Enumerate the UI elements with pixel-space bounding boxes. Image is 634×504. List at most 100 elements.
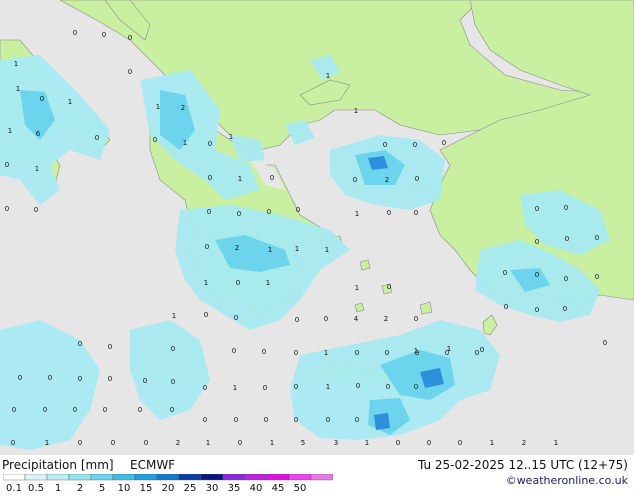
precip-value-label: 0 — [111, 439, 115, 447]
precip-value-label: 1 — [324, 349, 328, 357]
precip-value-label: 0 — [103, 406, 107, 414]
precip-value-label: 0 — [415, 175, 419, 183]
precip-value-label: 1 — [365, 439, 369, 447]
scale-swatch — [46, 473, 70, 481]
precip-value-label: 0 — [355, 349, 359, 357]
precip-value-label: 0 — [503, 269, 507, 277]
precip-value-label: 1 — [35, 165, 39, 173]
precip-value-label: 0 — [40, 95, 44, 103]
precip-value-label: 0 — [564, 275, 568, 283]
precip-value-label: 0 — [355, 416, 359, 424]
precip-value-label: 0 — [78, 375, 82, 383]
forecast-datetime: Tu 25-02-2025 12..15 UTC (12+75) — [417, 458, 628, 472]
scale-tick-label: 20 — [162, 483, 175, 494]
precip-value-label: 0 — [383, 141, 387, 149]
precip-value-label: 2 — [384, 315, 388, 323]
precipitation-color-scale: 0.1 0.5 1 2 5 10 15 20 25 30 35 40 45 50 — [2, 473, 334, 494]
precip-value-label: 0 — [595, 273, 599, 281]
precip-value-label: 0 — [5, 161, 9, 169]
precip-value-label: 0 — [353, 176, 357, 184]
precip-value-label: 0 — [267, 208, 271, 216]
precip-value-label: 0 — [12, 406, 16, 414]
scale-swatch — [24, 473, 48, 481]
precip-value-label: 0 — [236, 279, 240, 287]
precip-value-label: 1 — [325, 246, 329, 254]
map-footer: Precipitation [mm] ECMWF Tu 25-02-2025 1… — [0, 455, 634, 494]
scale-swatch — [112, 473, 136, 481]
precip-value-label: 0 — [263, 384, 267, 392]
precip-value-label: 3 — [334, 439, 338, 447]
precip-value-label: 0 — [208, 174, 212, 182]
scale-tick-label: 2 — [77, 483, 83, 494]
precip-value-label: 1 — [354, 107, 358, 115]
precip-value-label: 0 — [564, 204, 568, 212]
scale-swatch — [244, 473, 268, 481]
scale-tick-label: 25 — [184, 483, 197, 494]
precip-value-label: 2 — [385, 176, 389, 184]
precip-value-label: 1 — [206, 439, 210, 447]
precip-value-label: 1 — [355, 284, 359, 292]
scale-tick-label: 0.1 — [6, 483, 22, 494]
precip-value-label: 0 — [34, 206, 38, 214]
precip-value-label: 0 — [504, 303, 508, 311]
model-name: ECMWF — [130, 458, 176, 472]
precip-value-label: 0 — [238, 439, 242, 447]
weather-map-view: { "map": { "precip_values": ["1","0","0"… — [0, 0, 634, 494]
precip-value-label: 0 — [565, 235, 569, 243]
precip-value-label: 1 — [266, 279, 270, 287]
precip-value-label: 0 — [480, 346, 484, 354]
precip-value-label: 1 — [326, 383, 330, 391]
scale-tick-label: 0.5 — [28, 483, 44, 494]
precip-value-label: 0 — [234, 314, 238, 322]
precip-value-label: 1 — [238, 175, 242, 183]
precip-value-label: 0 — [128, 34, 132, 42]
precip-value-label: 2 — [235, 244, 239, 252]
precip-value-label: 0 — [95, 134, 99, 142]
precip-value-label: 0 — [535, 205, 539, 213]
precip-value-label: 1 — [45, 439, 49, 447]
precip-value-label: 0 — [563, 305, 567, 313]
precip-value-label: 0 — [171, 345, 175, 353]
precip-value-label: 0 — [138, 406, 142, 414]
precip-value-label: 0 — [143, 377, 147, 385]
precip-value-label: 0 — [108, 343, 112, 351]
scale-swatch — [222, 473, 246, 481]
scale-swatch — [310, 473, 334, 481]
precip-value-label: 4 — [354, 315, 359, 323]
precip-value-label: 0 — [475, 349, 479, 357]
precip-value-label: 0 — [43, 406, 47, 414]
precip-value-label: 0 — [535, 271, 539, 279]
precip-value-label: 0 — [48, 374, 52, 382]
precip-value-label: 1 — [447, 345, 451, 353]
precip-value-label: 0 — [414, 209, 418, 217]
scale-tick-label: 15 — [140, 483, 153, 494]
precip-value-label: 1 — [14, 60, 18, 68]
scale-swatch — [266, 473, 290, 481]
precip-value-label: 0 — [208, 140, 212, 148]
credit-link[interactable]: ©weatheronline.co.uk — [506, 474, 628, 487]
precip-value-label: 0 — [262, 348, 266, 356]
precip-value-label: 0 — [232, 347, 236, 355]
precip-value-label: 1 — [183, 139, 187, 147]
scale-tick-label: 45 — [272, 483, 285, 494]
precip-value-label: 0 — [413, 141, 417, 149]
scale-tick-label: 1 — [55, 483, 61, 494]
precip-value-label: 0 — [78, 439, 82, 447]
precip-value-label: 0 — [294, 349, 298, 357]
precip-value-label: 0 — [73, 406, 77, 414]
scale-swatch — [90, 473, 114, 481]
precip-value-label: 0 — [205, 243, 209, 251]
precip-value-label: 1 — [172, 312, 176, 320]
precip-value-label: 0 — [414, 383, 418, 391]
precip-value-label: 0 — [427, 439, 431, 447]
precip-value-label: 0 — [387, 209, 391, 217]
scale-swatch — [134, 473, 158, 481]
precip-value-label: 0 — [296, 206, 300, 214]
precip-value-label: 1 — [326, 72, 330, 80]
precip-value-label: 0 — [11, 439, 15, 447]
precip-value-label: 1 — [233, 384, 237, 392]
precip-value-label: 0 — [78, 340, 82, 348]
precip-value-label: 0 — [144, 439, 148, 447]
precip-value-label: 1 — [268, 246, 272, 254]
precip-value-label: 0 — [442, 139, 446, 147]
